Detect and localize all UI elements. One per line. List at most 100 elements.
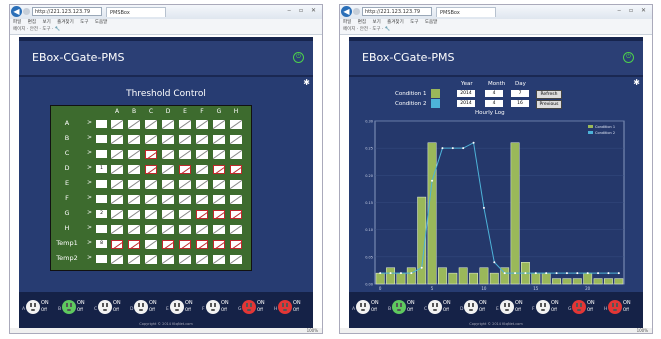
threshold-cell[interactable] — [230, 195, 242, 204]
threshold-cell[interactable] — [230, 180, 242, 189]
threshold-cell[interactable] — [111, 150, 123, 159]
threshold-cell[interactable] — [128, 165, 140, 174]
threshold-value-input[interactable]: 2 — [96, 210, 107, 218]
threshold-cell[interactable] — [162, 150, 174, 159]
threshold-cell[interactable] — [213, 210, 225, 219]
threshold-cell[interactable] — [179, 135, 191, 144]
outlet-toggle[interactable]: E ON Off — [496, 299, 528, 317]
browser-tab[interactable]: PMSBox — [106, 7, 166, 17]
outlet-toggle[interactable]: A ON Off — [352, 299, 384, 317]
threshold-cell[interactable] — [230, 255, 242, 264]
threshold-cell[interactable] — [145, 225, 157, 234]
outlet-toggle[interactable]: G ON Off — [238, 299, 270, 317]
threshold-cell[interactable] — [179, 210, 191, 219]
menu-item[interactable]: 파일 — [343, 20, 351, 25]
outlet-toggle[interactable]: D ON Off — [130, 299, 162, 317]
threshold-cell[interactable] — [179, 120, 191, 129]
threshold-cell[interactable] — [128, 180, 140, 189]
outlet-toggle[interactable]: C ON Off — [424, 299, 456, 317]
outlet-toggle[interactable]: H ON Off — [274, 299, 306, 317]
outlet-toggle[interactable]: F ON Off — [202, 299, 234, 317]
threshold-cell[interactable] — [145, 165, 157, 174]
threshold-cell[interactable] — [196, 240, 208, 249]
status-zoom[interactable]: 100% — [10, 328, 322, 333]
threshold-cell[interactable] — [145, 180, 157, 189]
threshold-cell[interactable] — [111, 225, 123, 234]
threshold-value-input[interactable]: 1 — [96, 165, 107, 173]
outlet-toggle[interactable]: F ON Off — [532, 299, 564, 317]
menu-item[interactable]: 도움말 — [425, 20, 437, 25]
outlet-toggle[interactable]: E ON Off — [166, 299, 198, 317]
forward-button[interactable] — [23, 8, 30, 15]
threshold-cell[interactable] — [196, 195, 208, 204]
window-controls[interactable]: ‒ ▫ ✕ — [617, 7, 649, 14]
threshold-cell[interactable] — [213, 165, 225, 174]
threshold-cell[interactable] — [230, 165, 242, 174]
threshold-cell[interactable] — [179, 240, 191, 249]
threshold-cell[interactable] — [230, 150, 242, 159]
threshold-cell[interactable] — [162, 240, 174, 249]
threshold-cell[interactable] — [179, 225, 191, 234]
threshold-cell[interactable] — [145, 135, 157, 144]
threshold-cell[interactable] — [213, 255, 225, 264]
threshold-cell[interactable] — [145, 150, 157, 159]
threshold-cell[interactable] — [145, 240, 157, 249]
threshold-cell[interactable] — [145, 195, 157, 204]
threshold-cell[interactable] — [230, 210, 242, 219]
power-icon[interactable]: ⏻ — [293, 52, 304, 63]
threshold-cell[interactable] — [162, 180, 174, 189]
threshold-cell[interactable] — [128, 255, 140, 264]
threshold-cell[interactable] — [128, 240, 140, 249]
threshold-cell[interactable] — [128, 210, 140, 219]
address-bar[interactable]: http://221.123.123.79 — [32, 7, 102, 16]
menu-item[interactable]: 즐겨찾기 — [387, 20, 404, 25]
threshold-value-input[interactable] — [96, 225, 107, 233]
menu-item[interactable]: 편집 — [28, 20, 36, 25]
threshold-cell[interactable] — [162, 135, 174, 144]
menu-item[interactable]: 보기 — [42, 20, 50, 25]
threshold-value-input[interactable] — [96, 150, 107, 158]
threshold-cell[interactable] — [230, 120, 242, 129]
threshold-cell[interactable] — [128, 120, 140, 129]
threshold-cell[interactable] — [128, 195, 140, 204]
window-controls[interactable]: ‒ ▫ ✕ — [287, 7, 319, 14]
outlet-toggle[interactable]: B ON Off — [58, 299, 90, 317]
threshold-cell[interactable] — [128, 225, 140, 234]
threshold-cell[interactable] — [196, 180, 208, 189]
threshold-cell[interactable] — [179, 165, 191, 174]
threshold-cell[interactable] — [111, 180, 123, 189]
threshold-cell[interactable] — [111, 210, 123, 219]
outlet-toggle[interactable]: D ON Off — [460, 299, 492, 317]
threshold-cell[interactable] — [179, 180, 191, 189]
gear-icon[interactable]: ✱ — [303, 78, 310, 87]
forward-button[interactable] — [353, 8, 360, 15]
threshold-cell[interactable] — [196, 135, 208, 144]
threshold-cell[interactable] — [196, 210, 208, 219]
threshold-cell[interactable] — [111, 240, 123, 249]
threshold-value-input[interactable] — [96, 135, 107, 143]
threshold-value-input[interactable] — [96, 120, 107, 128]
threshold-cell[interactable] — [111, 165, 123, 174]
back-button[interactable]: ◀ — [341, 6, 352, 17]
threshold-cell[interactable] — [111, 195, 123, 204]
threshold-cell[interactable] — [196, 165, 208, 174]
outlet-toggle[interactable]: B ON Off — [388, 299, 420, 317]
outlet-toggle[interactable]: G ON Off — [568, 299, 600, 317]
threshold-value-input[interactable] — [96, 180, 107, 188]
threshold-value-input[interactable]: 8 — [96, 240, 107, 248]
threshold-cell[interactable] — [196, 120, 208, 129]
threshold-cell[interactable] — [179, 255, 191, 264]
command-bar[interactable]: 페이지 · 안전 · 도구 · 🔧 — [340, 26, 652, 35]
threshold-value-input[interactable] — [96, 255, 107, 263]
threshold-cell[interactable] — [162, 225, 174, 234]
menu-item[interactable]: 도구 — [80, 20, 88, 25]
menu-item[interactable]: 도구 — [410, 20, 418, 25]
threshold-cell[interactable] — [230, 225, 242, 234]
threshold-cell[interactable] — [230, 240, 242, 249]
status-zoom[interactable]: 100% — [340, 328, 652, 333]
threshold-cell[interactable] — [230, 135, 242, 144]
address-bar[interactable]: http://221.123.123.79 — [362, 7, 432, 16]
threshold-cell[interactable] — [162, 195, 174, 204]
menu-item[interactable]: 도움말 — [95, 20, 107, 25]
threshold-cell[interactable] — [213, 135, 225, 144]
